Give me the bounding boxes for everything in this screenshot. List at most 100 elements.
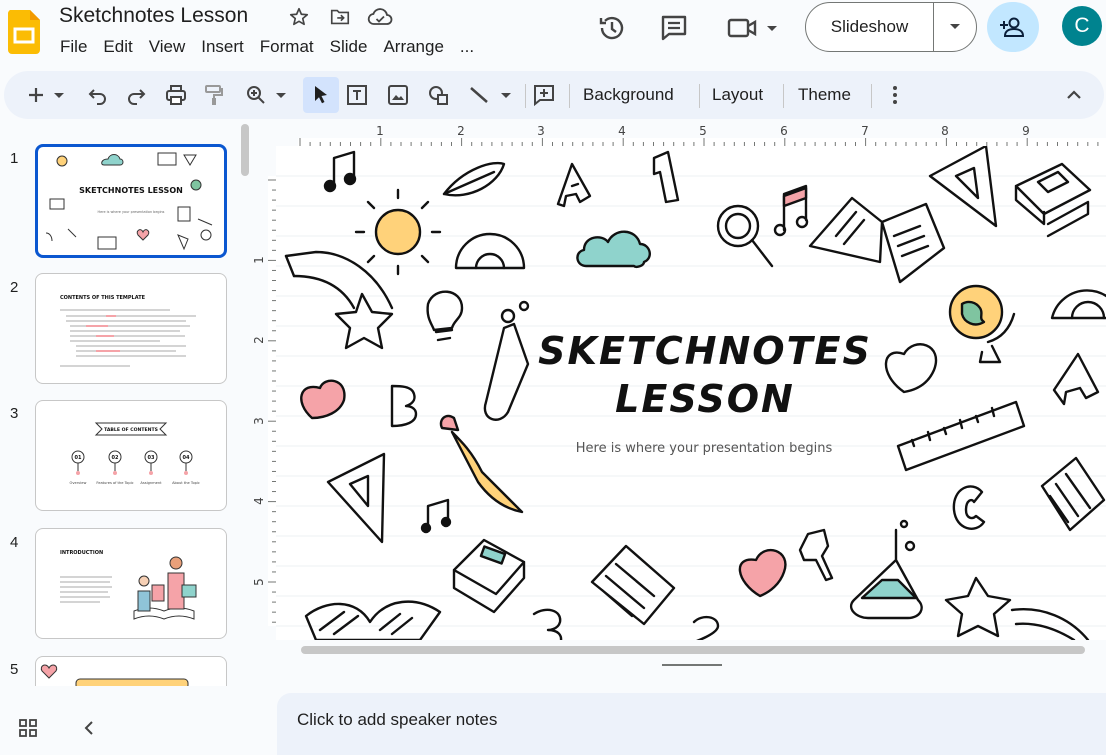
slide-title-line-2: LESSON <box>615 377 795 421</box>
line-icon[interactable] <box>467 83 491 107</box>
ruler-label: 9 <box>1022 124 1030 138</box>
paint-format-icon[interactable] <box>202 83 226 107</box>
slide-thumbnail-4[interactable]: INTRODUCTION <box>35 528 227 639</box>
slide-number: 4 <box>10 534 19 551</box>
slide-number: 3 <box>10 405 19 422</box>
text-box-icon[interactable] <box>345 83 369 107</box>
vertical-ruler: 1 2 3 4 5 <box>250 146 276 646</box>
line-chevron-icon[interactable] <box>499 83 513 107</box>
toolbar-divider <box>783 84 784 108</box>
slide-title-line-1: SKETCHNOTES <box>538 329 872 373</box>
ruler-label: 8 <box>941 124 949 138</box>
account-avatar[interactable]: C <box>1062 6 1102 46</box>
collapse-toolbar-chevron-up-icon[interactable] <box>1062 83 1086 107</box>
ruler-label: 5 <box>699 124 707 138</box>
ruler-label: 2 <box>457 124 465 138</box>
move-folder-icon[interactable] <box>328 6 352 28</box>
slide-thumbnail-5[interactable] <box>35 656 227 686</box>
comments-icon[interactable] <box>658 12 690 44</box>
redo-icon[interactable] <box>124 83 148 107</box>
speaker-notes-placeholder[interactable]: Click to add speaker notes <box>297 710 497 730</box>
version-history-icon[interactable] <box>596 12 628 44</box>
menu-arrange[interactable]: Arrange <box>375 36 451 58</box>
toolbar-divider <box>525 84 526 108</box>
thumb-3-item-label: Assignment <box>140 481 162 485</box>
document-title[interactable]: Sketchnotes Lesson <box>59 4 248 28</box>
thumb-4-title: INTRODUCTION <box>60 550 103 556</box>
horizontal-ruler: 1 2 3 4 5 6 7 8 9 <box>276 120 1106 146</box>
thumbnail-partial <box>40 664 189 686</box>
layout-button[interactable]: Layout <box>712 85 763 105</box>
background-button[interactable]: Background <box>583 85 674 105</box>
slideshow-label[interactable]: Slideshow <box>806 3 934 51</box>
slide-number: 1 <box>10 150 19 167</box>
select-cursor-icon[interactable] <box>309 83 333 107</box>
thumb-1-subtitle: Here is where your presentation begins <box>98 210 165 214</box>
ruler-label: 4 <box>252 497 266 505</box>
canvas-horizontal-scrollbar[interactable] <box>301 646 1085 654</box>
slide-thumbnail-1[interactable]: SKETCHNOTES LESSON Here is where your pr… <box>35 144 227 258</box>
menu-slide[interactable]: Slide <box>322 36 376 58</box>
thumb-3-item-label: Overview <box>70 481 87 485</box>
star-icon[interactable] <box>288 6 312 28</box>
ruler-label: 3 <box>252 417 266 425</box>
add-comment-icon[interactable] <box>532 83 556 107</box>
slideshow-button[interactable]: Slideshow <box>805 2 977 52</box>
print-icon[interactable] <box>164 83 188 107</box>
filmstrip-scrollbar[interactable] <box>241 124 249 176</box>
slideshow-options-chevron-icon[interactable] <box>934 23 976 31</box>
ruler-label: 5 <box>252 578 266 586</box>
thumb-1-title: SKETCHNOTES LESSON <box>79 186 183 195</box>
ruler-label: 6 <box>780 124 788 138</box>
thumbnail-toc: TABLE OF CONTENTS 01 02 03 04 Overview F… <box>70 422 200 485</box>
share-button[interactable] <box>987 2 1039 52</box>
new-slide-plus-icon[interactable] <box>24 83 48 107</box>
slide-canvas[interactable]: SKETCHNOTES LESSON Here is where your pr… <box>276 146 1106 640</box>
shape-icon[interactable] <box>426 83 450 107</box>
thumb-3-title: TABLE OF CONTENTS <box>104 427 158 433</box>
slide-doodles: SKETCHNOTES LESSON Here is where your pr… <box>276 146 1106 640</box>
undo-icon[interactable] <box>86 83 110 107</box>
thumb-3-num: 02 <box>112 455 119 461</box>
menu-format[interactable]: Format <box>252 36 322 58</box>
menu-bar: File Edit View Insert Format Slide Arran… <box>52 36 482 58</box>
more-options-vertical-icon[interactable] <box>883 83 907 107</box>
slide-thumbnail-3[interactable]: TABLE OF CONTENTS 01 02 03 04 Overview F… <box>35 400 227 511</box>
slides-logo[interactable] <box>7 10 40 54</box>
thumb-3-num: 03 <box>148 455 155 461</box>
thumb-3-item-label: About the Topic <box>172 481 200 485</box>
theme-button[interactable]: Theme <box>798 85 851 105</box>
slide-subtitle: Here is where your presentation begins <box>576 441 833 456</box>
thumbnail-content: CONTENTS OF THIS TEMPLATE <box>60 295 196 367</box>
zoom-chevron-icon[interactable] <box>274 83 288 107</box>
toolbar-divider <box>871 84 872 108</box>
menu-edit[interactable]: Edit <box>95 36 140 58</box>
new-slide-chevron-icon[interactable] <box>52 83 66 107</box>
thumb-3-num: 01 <box>75 455 82 461</box>
menu-more[interactable]: ... <box>452 36 482 58</box>
insert-image-icon[interactable] <box>386 83 410 107</box>
thumb-3-num: 04 <box>183 455 190 461</box>
menu-view[interactable]: View <box>141 36 194 58</box>
ruler-label: 4 <box>618 124 626 138</box>
cloud-saved-icon[interactable] <box>367 6 393 28</box>
collapse-filmstrip-chevron-icon[interactable] <box>78 716 102 740</box>
ruler-label: 1 <box>252 256 266 264</box>
ruler-label: 3 <box>537 124 545 138</box>
toolbar: Background Layout Theme <box>4 71 1104 119</box>
zoom-icon[interactable] <box>244 83 268 107</box>
notes-resize-handle[interactable] <box>662 664 722 666</box>
slide-number: 5 <box>10 661 19 678</box>
speaker-notes-area[interactable]: Click to add speaker notes <box>277 693 1106 755</box>
toolbar-divider <box>569 84 570 108</box>
grid-view-icon[interactable] <box>16 716 40 740</box>
menu-insert[interactable]: Insert <box>193 36 252 58</box>
thumb-3-item-label: Features of the Topic <box>96 481 133 485</box>
meet-video-icon[interactable] <box>726 12 782 44</box>
slide-number: 2 <box>10 279 19 296</box>
slide-thumbnail-2[interactable]: CONTENTS OF THIS TEMPLATE <box>35 273 227 384</box>
thumb-2-title: CONTENTS OF THIS TEMPLATE <box>60 295 146 301</box>
ruler-label: 7 <box>861 124 869 138</box>
menu-file[interactable]: File <box>52 36 95 58</box>
toolbar-divider <box>699 84 700 108</box>
